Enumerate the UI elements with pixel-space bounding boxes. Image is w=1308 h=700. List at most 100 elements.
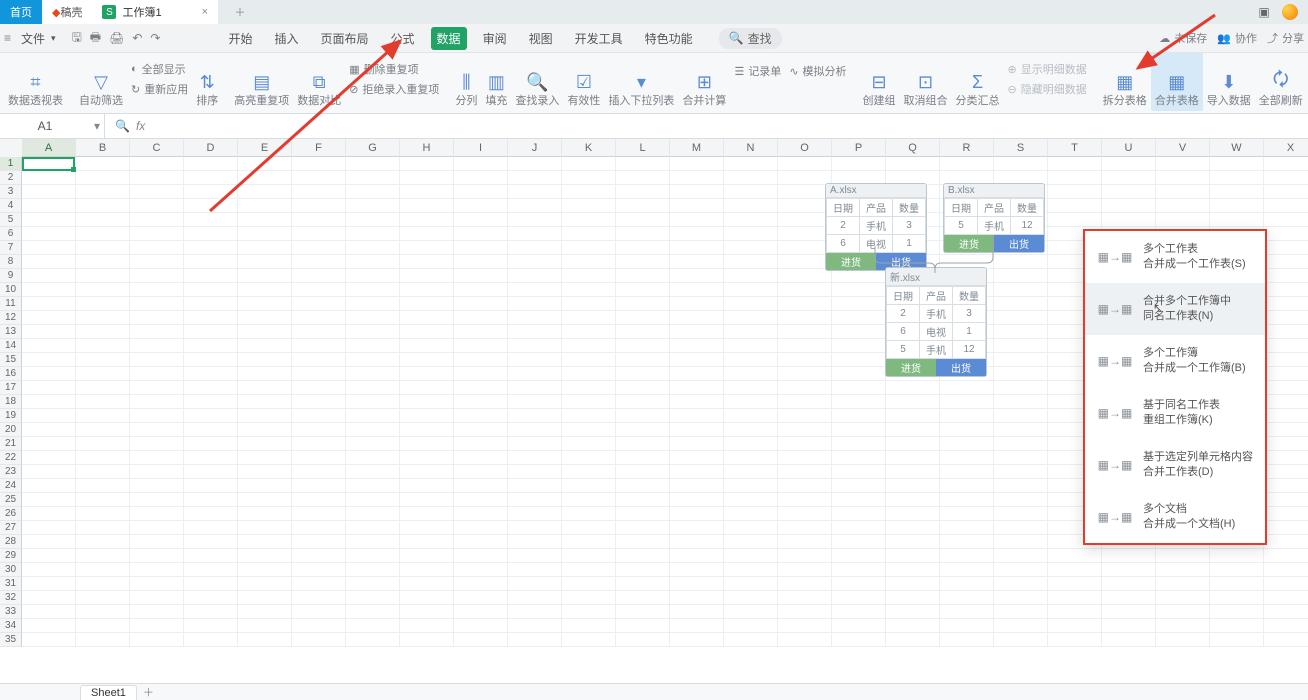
menu-collapse-icon[interactable]: ≡ — [4, 31, 11, 45]
merge-option-2[interactable]: ▦→▦多个工作簿合并成一个工作簿(B) — [1085, 335, 1265, 387]
row-11[interactable]: 11 — [0, 297, 22, 311]
row-32[interactable]: 32 — [0, 591, 22, 605]
btn-delete-dup[interactable]: ▦删除重复项 — [349, 61, 418, 77]
row-30[interactable]: 30 — [0, 563, 22, 577]
btn-filter-reapply[interactable]: ↻重新应用 — [131, 81, 188, 97]
zoom-icon[interactable]: 🔍 — [115, 119, 130, 133]
row-24[interactable]: 24 — [0, 479, 22, 493]
tab-review[interactable]: 审阅 — [477, 27, 513, 50]
row-headers[interactable]: 1234567891011121314151617181920212223242… — [0, 157, 22, 647]
btn-split-sheet[interactable]: ▦拆分表格 — [1099, 53, 1151, 111]
col-L[interactable]: L — [616, 139, 670, 157]
col-W[interactable]: W — [1210, 139, 1264, 157]
col-M[interactable]: M — [670, 139, 724, 157]
tab-view[interactable]: 视图 — [523, 27, 559, 50]
share-button[interactable]: ⤴分享 — [1267, 30, 1304, 46]
col-F[interactable]: F — [292, 139, 346, 157]
row-35[interactable]: 35 — [0, 633, 22, 647]
row-4[interactable]: 4 — [0, 199, 22, 213]
merge-option-4[interactable]: ▦→▦基于选定列单元格内容合并工作表(D) — [1085, 439, 1265, 491]
unsaved-indicator[interactable]: ☁未保存 — [1159, 30, 1207, 46]
name-box[interactable]: A1 ▾ — [0, 114, 105, 138]
col-O[interactable]: O — [778, 139, 832, 157]
col-A[interactable]: A — [22, 139, 76, 157]
merge-option-3[interactable]: ▦→▦基于同名工作表重组工作簿(K) — [1085, 387, 1265, 439]
row-17[interactable]: 17 — [0, 381, 22, 395]
btn-reject-dup[interactable]: ⊘拒绝录入重复项 — [349, 81, 439, 97]
row-20[interactable]: 20 — [0, 423, 22, 437]
row-15[interactable]: 15 — [0, 353, 22, 367]
row-3[interactable]: 3 — [0, 185, 22, 199]
tab-home[interactable]: 首页 — [0, 0, 42, 24]
row-25[interactable]: 25 — [0, 493, 22, 507]
spreadsheet-grid[interactable]: ABCDEFGHIJKLMNOPQRSTUVWX 123456789101112… — [0, 139, 1308, 699]
avatar[interactable] — [1282, 4, 1298, 20]
col-N[interactable]: N — [724, 139, 778, 157]
btn-fill[interactable]: ▥填充 — [481, 53, 511, 111]
row-22[interactable]: 22 — [0, 451, 22, 465]
row-29[interactable]: 29 — [0, 549, 22, 563]
col-B[interactable]: B — [76, 139, 130, 157]
btn-lookup-entry[interactable]: 🔍查找录入 — [511, 53, 563, 111]
row-31[interactable]: 31 — [0, 577, 22, 591]
row-7[interactable]: 7 — [0, 241, 22, 255]
row-10[interactable]: 10 — [0, 283, 22, 297]
merge-option-5[interactable]: ▦→▦多个文档合并成一个文档(H) — [1085, 491, 1265, 543]
column-headers[interactable]: ABCDEFGHIJKLMNOPQRSTUVWX — [22, 139, 1308, 157]
btn-import-data[interactable]: ⬇导入数据 — [1203, 53, 1255, 111]
row-21[interactable]: 21 — [0, 437, 22, 451]
sheet-tab-1[interactable]: Sheet1 — [80, 685, 137, 700]
btn-subtotal[interactable]: Σ分类汇总 — [952, 53, 1004, 111]
col-E[interactable]: E — [238, 139, 292, 157]
row-1[interactable]: 1 — [0, 157, 22, 171]
btn-consolidate[interactable]: ⊞合并计算 — [678, 53, 730, 111]
col-H[interactable]: H — [400, 139, 454, 157]
row-34[interactable]: 34 — [0, 619, 22, 633]
tab-add[interactable]: ＋ — [218, 0, 262, 24]
btn-dropdown-list[interactable]: ▾插入下拉列表 — [604, 53, 678, 111]
tab-workbook[interactable]: S 工作簿1 × — [92, 0, 218, 24]
row-19[interactable]: 19 — [0, 409, 22, 423]
btn-ungroup[interactable]: ⊡取消组合 — [900, 53, 952, 111]
tab-start[interactable]: 开始 — [222, 27, 258, 50]
col-V[interactable]: V — [1156, 139, 1210, 157]
search-box[interactable]: 🔍 查找 — [719, 28, 782, 49]
col-D[interactable]: D — [184, 139, 238, 157]
merge-option-0[interactable]: ▦→▦多个工作表合并成一个工作表(S) — [1085, 231, 1265, 283]
row-2[interactable]: 2 — [0, 171, 22, 185]
panel-icon[interactable]: ▣ — [1256, 4, 1272, 20]
col-K[interactable]: K — [562, 139, 616, 157]
col-I[interactable]: I — [454, 139, 508, 157]
btn-highlight-dup[interactable]: ▤高亮重复项 — [230, 53, 293, 111]
tab-page-layout[interactable]: 页面布局 — [315, 27, 375, 50]
tab-docer[interactable]: ◆ 稿壳 — [42, 0, 92, 24]
col-S[interactable]: S — [994, 139, 1048, 157]
col-J[interactable]: J — [508, 139, 562, 157]
col-R[interactable]: R — [940, 139, 994, 157]
btn-data-compare[interactable]: ⧉数据对比 — [293, 53, 345, 111]
col-U[interactable]: U — [1102, 139, 1156, 157]
select-all-corner[interactable] — [0, 139, 23, 158]
row-16[interactable]: 16 — [0, 367, 22, 381]
close-icon[interactable]: × — [202, 6, 208, 18]
col-Q[interactable]: Q — [886, 139, 940, 157]
row-23[interactable]: 23 — [0, 465, 22, 479]
file-menu[interactable]: 文件 ▾ — [13, 28, 64, 49]
row-26[interactable]: 26 — [0, 507, 22, 521]
row-6[interactable]: 6 — [0, 227, 22, 241]
tab-data[interactable]: 数据 — [431, 27, 467, 50]
row-12[interactable]: 12 — [0, 311, 22, 325]
btn-pivot[interactable]: ⌗数据透视表 — [4, 53, 67, 111]
row-13[interactable]: 13 — [0, 325, 22, 339]
tab-special[interactable]: 特色功能 — [639, 27, 699, 50]
tab-developer[interactable]: 开发工具 — [569, 27, 629, 50]
print-icon[interactable]: 🖨 — [109, 31, 124, 45]
merge-option-1[interactable]: ▦→▦合并多个工作簿中同名工作表(N) — [1085, 283, 1265, 335]
btn-merge-sheet[interactable]: ▦合并表格 — [1151, 53, 1203, 111]
col-T[interactable]: T — [1048, 139, 1102, 157]
save-icon[interactable]: 🖫 — [72, 28, 82, 49]
btn-filter-all[interactable]: ◐全部显示 — [131, 61, 186, 77]
col-X[interactable]: X — [1264, 139, 1308, 157]
btn-group[interactable]: ⊟创建组 — [859, 53, 900, 111]
btn-refresh-all[interactable]: 🗘全部刷新 — [1255, 53, 1307, 111]
